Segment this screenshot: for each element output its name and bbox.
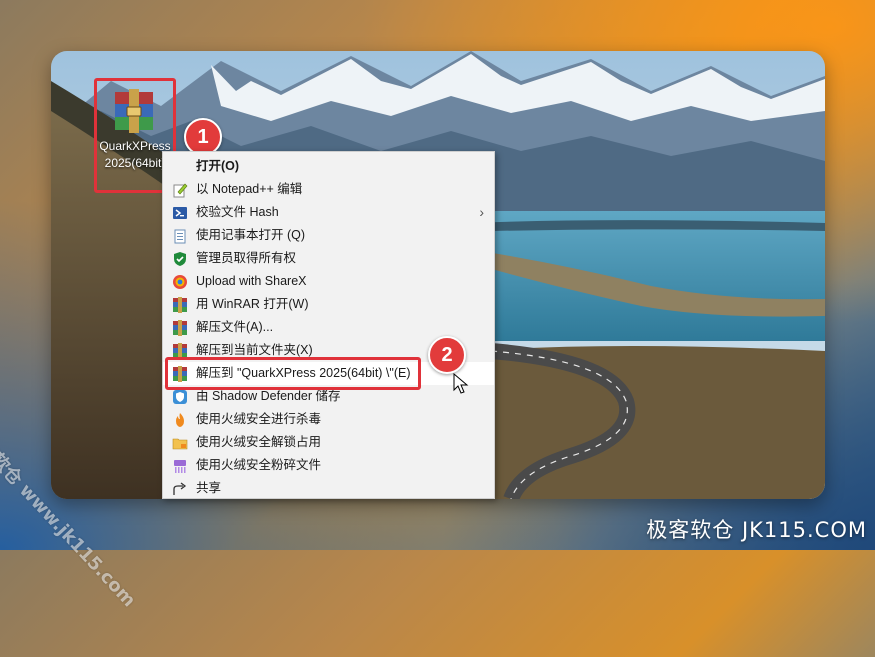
sharex-icon <box>172 274 188 290</box>
menu-item-label: Upload with ShareX <box>196 274 307 288</box>
menu-item-1[interactable]: 以 Notepad++ 编辑 <box>163 178 494 201</box>
menu-item-6[interactable]: 用 WinRAR 打开(W) <box>163 293 494 316</box>
winrar-icon <box>172 320 188 336</box>
menu-item-4[interactable]: 管理员取得所有权 <box>163 247 494 270</box>
menu-item-label: 校验文件 Hash <box>196 205 279 219</box>
mouse-cursor-icon <box>453 373 469 394</box>
menu-item-label: 管理员取得所有权 <box>196 251 297 265</box>
menu-item-2[interactable]: 校验文件 Hash › <box>163 201 494 224</box>
menu-item-label: 共享 <box>196 481 222 495</box>
menu-item-label: 解压到当前文件夹(X) <box>196 343 313 357</box>
notepad-icon <box>172 228 188 244</box>
powershell-icon <box>172 205 188 221</box>
shredder-icon <box>172 458 188 474</box>
menu-item-0[interactable]: 打开(O) <box>163 155 494 178</box>
menu-item-label: 解压文件(A)... <box>196 320 274 334</box>
menu-item-label: 使用记事本打开 (Q) <box>196 228 306 242</box>
notepadpp-icon <box>172 182 188 198</box>
menu-item-label: 用 WinRAR 打开(W) <box>196 297 309 311</box>
menu-item-label: 使用火绒安全粉碎文件 <box>196 458 322 472</box>
shield-check-icon <box>172 251 188 267</box>
folder-unlock-icon <box>172 435 188 451</box>
winrar-icon <box>172 297 188 313</box>
step-badge-2: 2 <box>428 336 466 374</box>
chevron-right-icon: › <box>479 204 484 220</box>
share-icon <box>172 481 188 497</box>
menu-item-13[interactable]: 使用火绒安全粉碎文件 <box>163 454 494 477</box>
menu-item-5[interactable]: Upload with ShareX <box>163 270 494 293</box>
menu-item-11[interactable]: 使用火绒安全进行杀毒 <box>163 408 494 431</box>
huorong-icon <box>172 412 188 428</box>
menu-item-12[interactable]: 使用火绒安全解锁占用 <box>163 431 494 454</box>
context-menu: 打开(O) 以 Notepad++ 编辑 校验文件 Hash › 使用记事本打开 (Q)… <box>162 151 495 499</box>
menu-item-label: 打开(O) <box>196 159 240 173</box>
shadow-defender-icon <box>172 389 188 405</box>
menu-item-label: 使用火绒安全解锁占用 <box>196 435 322 449</box>
menu-item-label: 使用火绒安全进行杀毒 <box>196 412 322 426</box>
menu-item-3[interactable]: 使用记事本打开 (Q) <box>163 224 494 247</box>
menu-item-label: 以 Notepad++ 编辑 <box>196 182 303 196</box>
highlight-box-extract <box>165 357 421 390</box>
menu-item-14[interactable]: 共享 <box>163 477 494 500</box>
menu-item-label: 由 Shadow Defender 储存 <box>196 389 341 403</box>
watermark-corner: 极客软仓 JK115.COM <box>646 518 867 542</box>
